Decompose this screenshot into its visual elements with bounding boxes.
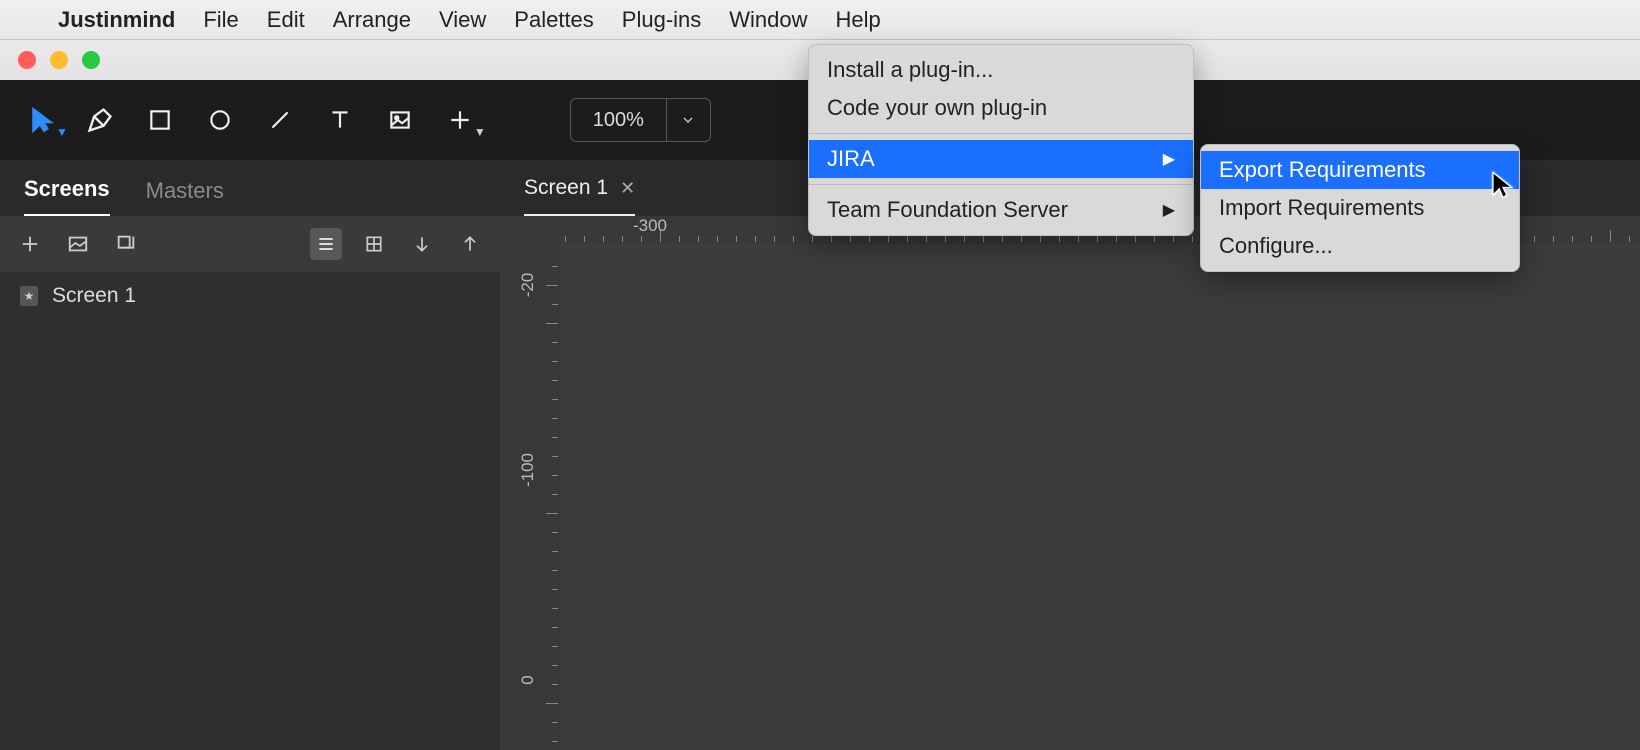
doc-tab-label: Screen 1 (524, 176, 608, 200)
screen-icon: ★ (20, 286, 38, 306)
pen-tool-button[interactable] (72, 92, 128, 148)
menu-separator (809, 133, 1193, 134)
zoom-control[interactable]: 100% (570, 98, 711, 142)
menu-item-label: Configure... (1219, 233, 1333, 259)
plugins-dropdown: Install a plug-in... Code your own plug-… (808, 44, 1194, 236)
menu-separator (809, 184, 1193, 185)
add-tool-chevron-icon[interactable]: ▼ (474, 125, 486, 139)
list-item[interactable]: ★ Screen 1 (0, 272, 500, 320)
menubar-app[interactable]: Justinmind (58, 7, 175, 33)
traffic-close-icon[interactable] (18, 51, 36, 69)
image-tool-button[interactable] (372, 92, 428, 148)
ellipse-tool-button[interactable] (192, 92, 248, 148)
menu-item-configure[interactable]: Configure... (1201, 227, 1519, 265)
list-view-button[interactable] (310, 228, 342, 260)
menu-arrange[interactable]: Arrange (333, 7, 411, 33)
vertical-ruler: -20-1000 (500, 244, 560, 750)
menu-item-label: JIRA (827, 146, 875, 172)
tab-masters[interactable]: Masters (146, 178, 224, 216)
menu-item-label: Team Foundation Server (827, 197, 1068, 223)
select-tool-chevron-icon[interactable]: ▼ (56, 125, 68, 139)
mac-menubar: Justinmind File Edit Arrange View Palett… (0, 0, 1640, 40)
canvas-viewport[interactable]: -300-200-1000100 -20-1000 (500, 216, 1640, 750)
menu-plugins[interactable]: Plug-ins (622, 7, 701, 33)
grid-view-button[interactable] (358, 228, 390, 260)
menu-item-label: Import Requirements (1219, 195, 1424, 221)
canvas[interactable] (560, 244, 1640, 750)
menu-item-tfs[interactable]: Team Foundation Server ▶ (809, 191, 1193, 229)
close-icon[interactable]: ✕ (620, 178, 635, 199)
menu-file[interactable]: File (203, 7, 238, 33)
menu-help[interactable]: Help (836, 7, 881, 33)
menu-item-import-requirements[interactable]: Import Requirements (1201, 189, 1519, 227)
line-tool-button[interactable] (252, 92, 308, 148)
menu-view[interactable]: View (439, 7, 486, 33)
menu-item-label: Export Requirements (1219, 157, 1426, 183)
menu-window[interactable]: Window (729, 7, 807, 33)
menu-item-install-plugin[interactable]: Install a plug-in... (809, 51, 1193, 89)
traffic-minimize-icon[interactable] (50, 51, 68, 69)
sort-down-button[interactable] (406, 228, 438, 260)
sort-up-button[interactable] (454, 228, 486, 260)
doc-tab[interactable]: Screen 1 ✕ (524, 176, 635, 216)
tab-screens[interactable]: Screens (24, 176, 110, 216)
menu-item-jira[interactable]: JIRA ▶ (809, 140, 1193, 178)
duplicate-icon[interactable] (110, 228, 142, 260)
menu-edit[interactable]: Edit (267, 7, 305, 33)
text-tool-button[interactable] (312, 92, 368, 148)
left-panel-toolbar (0, 216, 500, 272)
screens-list: ★ Screen 1 (0, 272, 500, 750)
menu-item-label: Install a plug-in... (827, 57, 993, 83)
jira-submenu: Export Requirements Import Requirements … (1200, 144, 1520, 272)
zoom-chevron-icon[interactable] (666, 99, 710, 141)
traffic-zoom-icon[interactable] (82, 51, 100, 69)
left-panel: Screens Masters (0, 160, 500, 750)
menu-item-export-requirements[interactable]: Export Requirements (1201, 151, 1519, 189)
submenu-arrow-icon: ▶ (1163, 149, 1175, 169)
submenu-arrow-icon: ▶ (1163, 200, 1175, 220)
menu-palettes[interactable]: Palettes (514, 7, 594, 33)
menu-item-label: Code your own plug-in (827, 95, 1047, 121)
add-tool-button[interactable] (432, 92, 488, 148)
select-tool-button[interactable] (14, 92, 70, 148)
menu-item-code-plugin[interactable]: Code your own plug-in (809, 89, 1193, 127)
zoom-value: 100% (571, 109, 666, 132)
left-panel-tabs: Screens Masters (0, 160, 500, 216)
rectangle-tool-button[interactable] (132, 92, 188, 148)
list-item-label: Screen 1 (52, 284, 136, 308)
add-screen-button[interactable] (14, 228, 46, 260)
image-icon[interactable] (62, 228, 94, 260)
